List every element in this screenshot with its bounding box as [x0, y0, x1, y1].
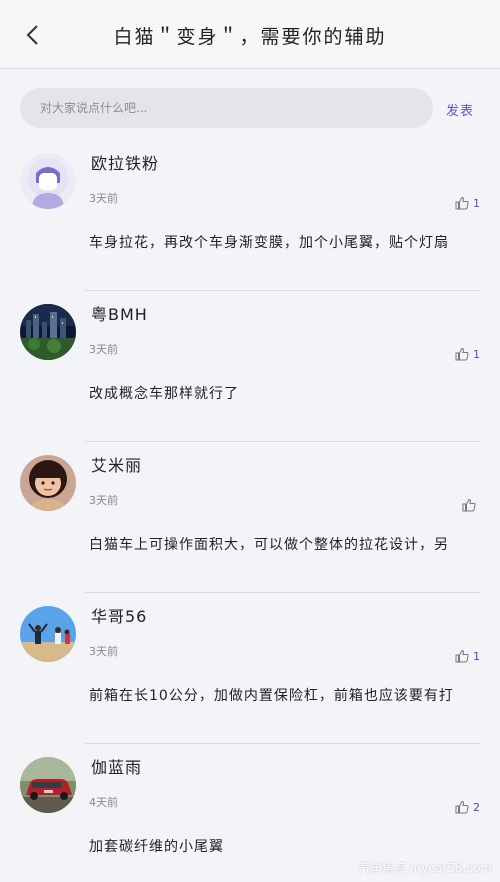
- like-count: 1: [473, 347, 480, 361]
- top-bar: 白猫＂变身＂，需要你的辅助: [0, 0, 500, 69]
- comment-item: 粤BMH 3天前 1 改成概念车那样就行了: [0, 291, 500, 442]
- comment-item: 华哥56 3天前 1 前箱在长10公分，加做内置保险杠，前箱也应该要有打: [0, 593, 500, 744]
- chevron-left-icon: [26, 25, 38, 45]
- avatar[interactable]: [20, 153, 76, 209]
- like-button[interactable]: [461, 497, 480, 513]
- thumbs-up-icon: [455, 649, 469, 663]
- like-count: 1: [473, 196, 480, 210]
- thumbs-up-icon: [455, 347, 469, 361]
- watermark: 汽车焦点 mycar58.com: [357, 861, 492, 875]
- thumbs-up-icon: [455, 800, 469, 814]
- avatar[interactable]: [20, 757, 76, 813]
- like-count: 1: [473, 649, 480, 663]
- avatar[interactable]: [20, 455, 76, 511]
- comment-text: 车身拉花，再改个车身渐变膜，加个小尾翼，贴个灯扇: [89, 235, 449, 251]
- comment-text: 白猫车上可操作面积大，可以做个整体的拉花设计，另: [89, 537, 449, 553]
- comment-time: 3天前: [89, 494, 118, 507]
- like-button[interactable]: 1: [454, 195, 480, 211]
- comment-item: 艾米丽 3天前 白猫车上可操作面积大，可以做个整体的拉花设计，另: [0, 442, 500, 593]
- comment-time: 3天前: [89, 343, 118, 356]
- comment-text: 前箱在长10公分，加做内置保险杠，前箱也应该要有打: [89, 688, 454, 704]
- avatar[interactable]: [20, 606, 76, 662]
- thumbs-up-icon: [462, 498, 476, 512]
- comment-username[interactable]: 欧拉铁粉: [91, 150, 159, 174]
- comment-text: 改成概念车那样就行了: [89, 386, 239, 402]
- avatar[interactable]: [20, 304, 76, 360]
- comment-input[interactable]: [20, 88, 433, 128]
- comment-time: 4天前: [89, 796, 118, 809]
- thumbs-up-icon: [455, 196, 469, 210]
- comment-composer: 发表: [0, 88, 500, 130]
- comment-username[interactable]: 伽蓝雨: [91, 754, 142, 778]
- publish-button[interactable]: 发表: [446, 100, 474, 119]
- page-title: 白猫＂变身＂，需要你的辅助: [113, 26, 387, 48]
- comment-item: 欧拉铁粉 3天前 1 车身拉花，再改个车身渐变膜，加个小尾翼，贴个灯扇: [0, 140, 500, 291]
- like-button[interactable]: 1: [454, 648, 480, 664]
- comment-username[interactable]: 艾米丽: [91, 452, 142, 476]
- back-button[interactable]: [18, 20, 48, 50]
- comment-username[interactable]: 粤BMH: [91, 301, 148, 325]
- comment-username[interactable]: 华哥56: [91, 603, 147, 627]
- comment-time: 3天前: [89, 645, 118, 658]
- like-count: 2: [473, 800, 480, 814]
- comment-text: 加套碳纤维的小尾翼: [89, 839, 224, 855]
- like-button[interactable]: 2: [454, 799, 480, 815]
- comment-list: 欧拉铁粉 3天前 1 车身拉花，再改个车身渐变膜，加个小尾翼，贴个灯扇 粤BMH…: [0, 140, 500, 882]
- comment-time: 3天前: [89, 192, 118, 205]
- like-button[interactable]: 1: [454, 346, 480, 362]
